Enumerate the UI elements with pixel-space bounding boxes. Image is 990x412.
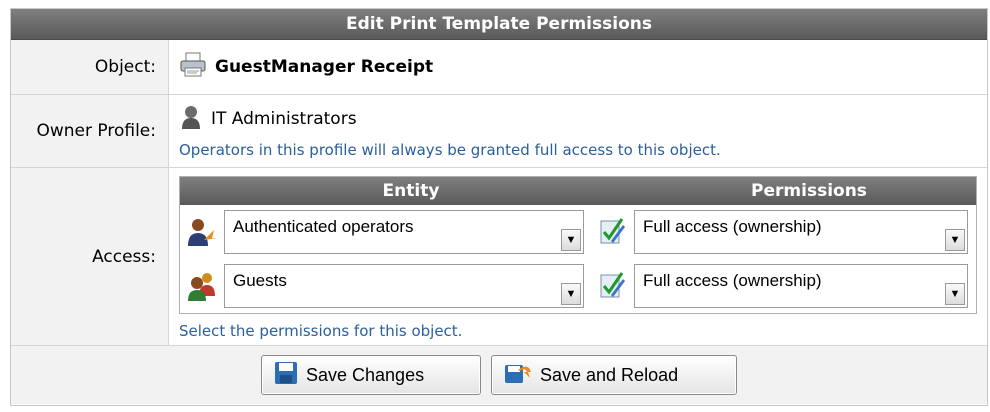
object-name: GuestManager Receipt — [215, 57, 434, 77]
entity-select-2-value: Guests — [233, 271, 287, 290]
entity-select-1[interactable]: Authenticated operators ▼ — [224, 210, 584, 254]
permission-select-2[interactable]: Full access (ownership) ▼ — [634, 264, 968, 308]
entity-select-1-value: Authenticated operators — [233, 217, 414, 236]
entity-column-header: Entity — [382, 181, 440, 201]
printer-icon — [179, 52, 207, 83]
checkmark-pencil-icon — [594, 217, 630, 247]
save-and-reload-label: Save and Reload — [540, 364, 679, 385]
access-label: Access: — [11, 168, 169, 345]
chevron-down-icon[interactable]: ▼ — [561, 229, 581, 251]
object-row: Object: GuestManager Receipt — [11, 40, 987, 95]
owner-label: Owner Profile: — [11, 95, 169, 167]
permissions-panel: Edit Print Template Permissions Object: … — [10, 8, 988, 406]
object-label: Object: — [11, 40, 169, 94]
panel-title: Edit Print Template Permissions — [11, 9, 987, 40]
access-row: Access: Entity Permissions Authenticated… — [11, 168, 987, 346]
chevron-down-icon[interactable]: ▼ — [945, 229, 965, 251]
access-hint: Select the permissions for this object. — [179, 322, 463, 340]
permission-select-2-value: Full access (ownership) — [643, 271, 822, 290]
chevron-down-icon[interactable]: ▼ — [561, 283, 581, 305]
floppy-disk-icon — [274, 361, 298, 390]
permission-select-1-value: Full access (ownership) — [643, 217, 822, 236]
owner-hint: Operators in this profile will always be… — [179, 140, 721, 159]
access-row-authenticated: Authenticated operators ▼ Full access (o… — [180, 205, 976, 259]
owner-row: Owner Profile: IT Administrators Operato… — [11, 95, 987, 168]
checkmark-pencil-icon — [594, 271, 630, 301]
access-row-guests: Guests ▼ Full access (ownership) ▼ — [180, 259, 976, 313]
permission-select-1[interactable]: Full access (ownership) ▼ — [634, 210, 968, 254]
entity-select-2[interactable]: Guests ▼ — [224, 264, 584, 308]
authenticated-operators-icon — [184, 214, 220, 250]
permissions-column-header: Permissions — [751, 181, 867, 201]
guests-icon — [184, 268, 220, 304]
save-changes-button[interactable]: Save Changes — [261, 355, 481, 395]
owner-name: IT Administrators — [211, 109, 357, 129]
button-bar: Save Changes Save and Reload — [11, 346, 987, 404]
save-and-reload-button[interactable]: Save and Reload — [491, 355, 737, 395]
access-table: Entity Permissions Authenticated operato… — [179, 176, 977, 314]
chevron-down-icon[interactable]: ▼ — [945, 283, 965, 305]
save-reload-icon — [504, 360, 532, 391]
admin-profile-icon — [179, 104, 203, 135]
access-table-header: Entity Permissions — [180, 177, 976, 205]
save-changes-label: Save Changes — [306, 364, 425, 385]
